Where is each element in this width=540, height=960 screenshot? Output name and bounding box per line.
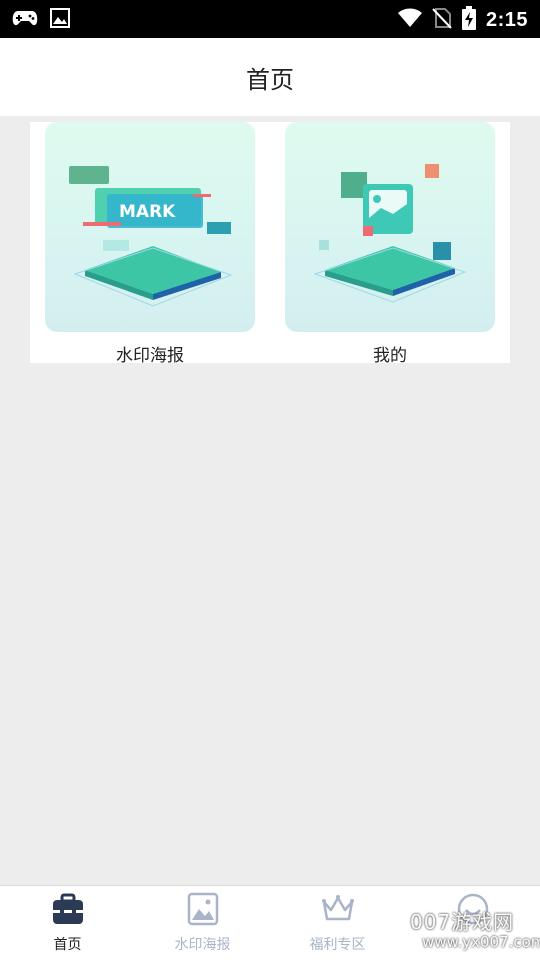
grid-item-watermark-poster[interactable]: MARK 水印海报 [45,122,255,366]
nav-label: 首页 [53,937,82,953]
mine-thumbnail [285,122,495,332]
page-title: 首页 [246,65,294,94]
image-icon [186,892,220,926]
watermark-poster-thumbnail: MARK [45,122,255,332]
site-watermark: 007游戏网 www.yx007.com [410,906,540,960]
nav-tab-home[interactable]: 首页 [0,886,135,960]
nav-label: 福利专区 [309,937,366,953]
watermark-text: 007游戏网 [410,910,515,934]
status-bar: 2:15 [0,0,540,38]
battery-charging-icon [461,6,476,34]
toolbox-icon [51,892,85,926]
nav-tab-welfare[interactable]: 福利专区 [270,886,405,960]
grid-item-label: 我的 [373,346,407,366]
app-header: 首页 [0,38,540,116]
grid-item-mine[interactable]: 我的 [285,122,495,366]
watermark-url: www.yx007.com [422,933,540,951]
feature-grid: MARK 水印海报 我的 [30,122,510,366]
nav-tab-watermark-poster[interactable]: 水印海报 [135,886,270,960]
mark-text: MARK [119,202,176,222]
status-time: 2:15 [485,8,528,31]
wifi-icon [397,8,422,32]
gamepad-icon [12,8,38,32]
crown-icon [321,892,355,926]
grid-item-label: 水印海报 [116,346,184,366]
no-sim-icon [432,7,452,33]
image-icon [50,8,70,32]
nav-label: 水印海报 [174,937,231,953]
